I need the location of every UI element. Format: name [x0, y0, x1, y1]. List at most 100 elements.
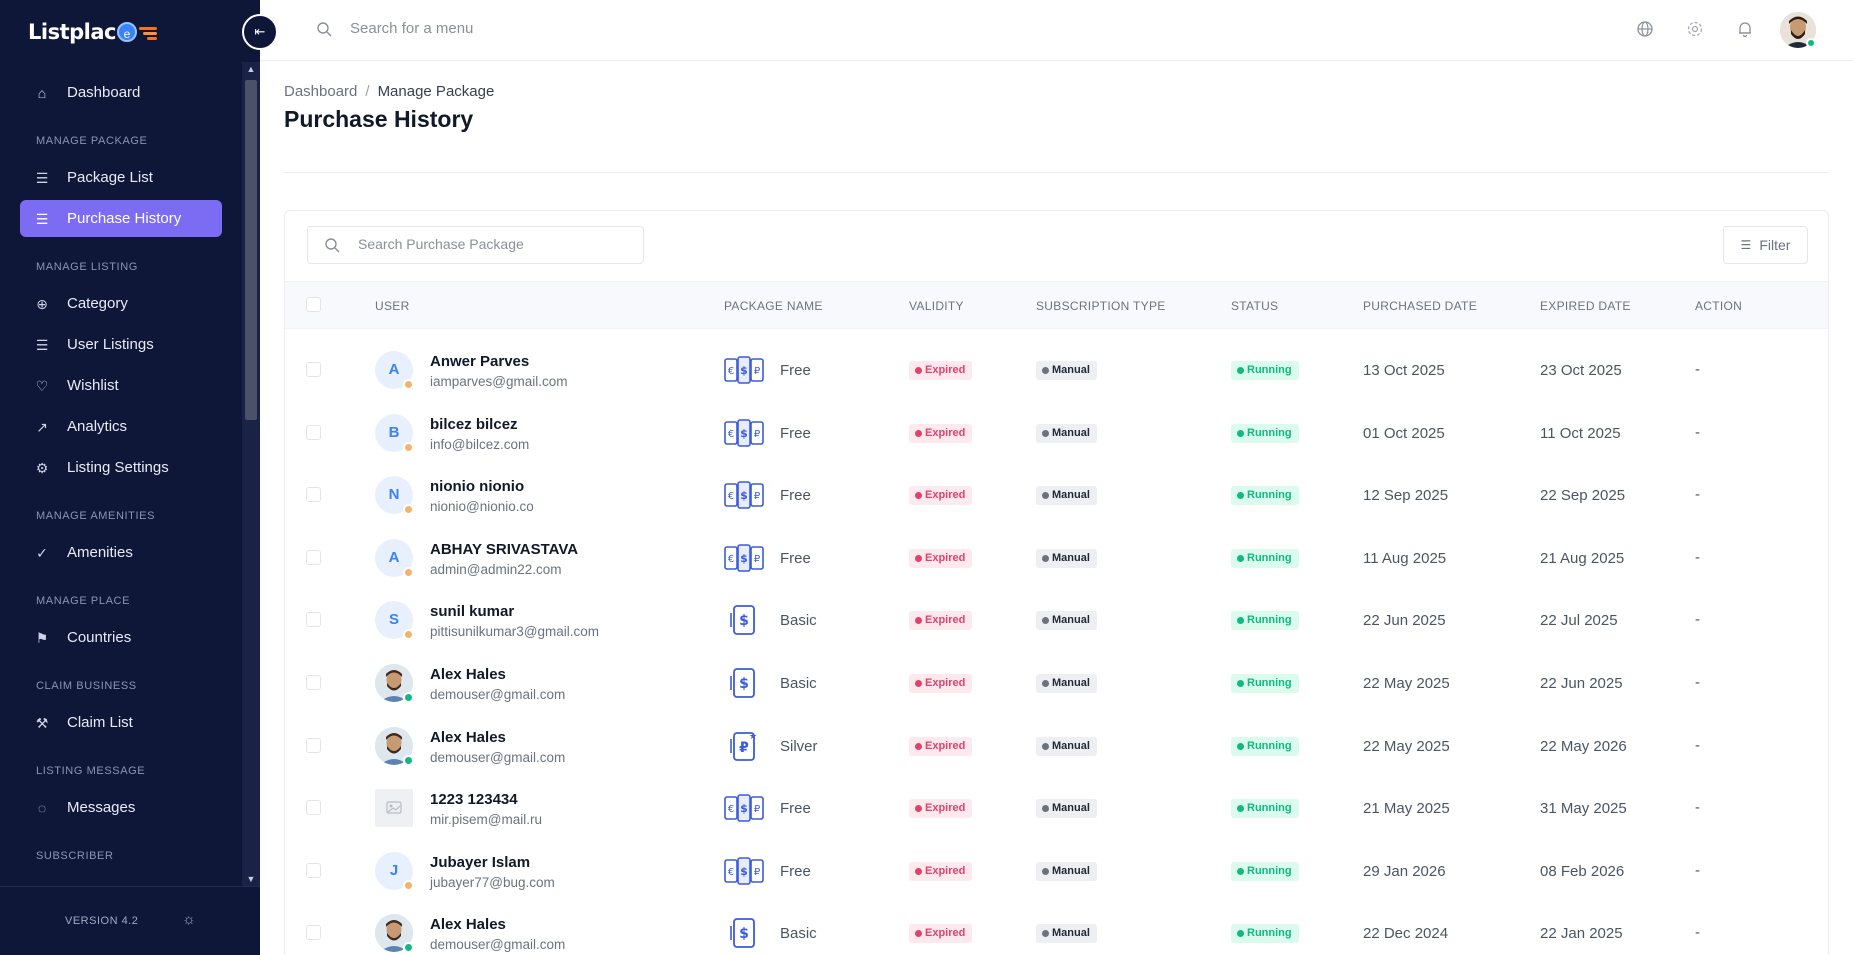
sidebar-item-label: Wishlist	[67, 377, 119, 394]
sidebar-item-category[interactable]: ⊕ Category	[20, 285, 222, 322]
purchased-date: 11 Aug 2025	[1363, 549, 1447, 567]
sidebar-item-analytics[interactable]: ↗ Analytics	[20, 408, 222, 445]
row-checkbox[interactable]	[306, 800, 321, 816]
sidebar-item-label: Package List	[67, 169, 153, 186]
expired-date: 22 Jun 2025	[1540, 675, 1623, 692]
svg-text:$: $	[740, 427, 748, 440]
col-validity[interactable]: VALIDITY	[909, 299, 964, 313]
sidebar-item-dashboard[interactable]: ⌂ Dashboard	[20, 74, 222, 111]
purchased-date: 29 Jan 2026	[1363, 862, 1446, 880]
status-badge: Running	[1231, 486, 1299, 506]
list-icon: ☰	[35, 210, 49, 227]
user-name: nionio nionio	[430, 478, 525, 496]
table-row[interactable]: J Jubayer Islam jubayer77@bug.com € $ ₽ Free Ex…	[285, 840, 1828, 902]
row-checkbox[interactable]	[306, 549, 321, 565]
col-user[interactable]: USER	[375, 299, 410, 313]
status-badge: Running	[1231, 861, 1299, 881]
expired-date: 22 Jul 2025	[1540, 612, 1618, 630]
theme-toggle-sun-icon[interactable]: ☼	[182, 911, 196, 928]
image-placeholder-icon	[375, 789, 413, 828]
globe-icon[interactable]	[1636, 20, 1654, 38]
row-checkbox[interactable]	[306, 487, 321, 503]
package-search-input[interactable]	[358, 236, 628, 252]
purchased-date: 22 Dec 2024	[1363, 925, 1449, 943]
list-icon: ☰	[35, 336, 49, 353]
sidebar-item-label: Listing Settings	[67, 459, 169, 476]
user-status-dot	[403, 692, 414, 703]
sidebar-item-countries[interactable]: ⚑ Countries	[20, 619, 222, 656]
package-name: Basic	[780, 612, 817, 630]
package-name: Free	[780, 487, 811, 505]
table-row[interactable]: Bbilcez bilcez info@bilcez.com € $ ₽ Free Expi…	[285, 402, 1828, 464]
purchased-date: 22 Jun 2025	[1363, 612, 1446, 630]
purchased-date: 22 May 2025	[1363, 675, 1450, 692]
subscription-badge: Manual	[1036, 423, 1097, 443]
table-row[interactable]: A ABHAY SRIVASTAVA admin@admin22.com € $ ₽ Fre…	[285, 527, 1828, 589]
row-checkbox[interactable]	[306, 362, 321, 377]
filter-button[interactable]: ☰ Filter	[1723, 226, 1808, 264]
user-email: nionio@nionio.co	[430, 499, 534, 515]
col-purchased-date[interactable]: PURCHASED DATE	[1363, 299, 1477, 313]
logo-badge: e	[116, 22, 137, 42]
table-row[interactable]: 1223 123434 mir.pisem@mail.ru € $ ₽ Free Expir…	[285, 777, 1828, 839]
row-action: -	[1695, 924, 1700, 942]
bell-icon[interactable]	[1736, 20, 1754, 38]
nav-section-label: MANAGE PLACE	[36, 595, 131, 607]
purchased-date: 01 Oct 2025	[1363, 424, 1445, 442]
sidebar-item-amenities[interactable]: ✓ Amenities	[20, 534, 222, 571]
validity-badge: Expired	[909, 611, 973, 631]
expired-date: 31 May 2025	[1540, 800, 1627, 818]
sidebar-collapse-button[interactable]: ⇤	[242, 14, 278, 50]
row-checkbox[interactable]	[306, 424, 321, 440]
user-email: iamparves@gmail.com	[430, 374, 568, 389]
list-icon: ☰	[35, 169, 49, 186]
scroll-up-icon[interactable]: ▲	[246, 64, 256, 74]
sidebar-item-user-listings[interactable]: ☰ User Listings	[20, 326, 222, 363]
col-status[interactable]: STATUS	[1231, 299, 1278, 313]
package-name: Free	[780, 862, 811, 880]
sidebar-item-claim-list[interactable]: ⚒ Claim List	[20, 704, 222, 741]
table-row[interactable]: Alex Hales demouser@gmail.com $ Basic Expire…	[285, 902, 1828, 955]
nav-section-label: MANAGE PACKAGE	[36, 135, 148, 147]
table-row[interactable]: Ssunil kumar pittisunilkumar3@gmail.com $ B…	[285, 589, 1828, 651]
table-row[interactable]: A Anwer Parves iamparves@gmail.com € $ ₽ Free E…	[285, 339, 1828, 401]
scroll-thumb[interactable]	[245, 80, 257, 420]
sidebar-item-messages[interactable]: ◌ Messages	[20, 789, 222, 826]
col-expired-date[interactable]: EXPIRED DATE	[1540, 299, 1631, 313]
table-row[interactable]: Alex Hales demouser@gmail.com ₽ ★ Silver Expi…	[285, 715, 1828, 777]
col-subscription-type[interactable]: SUBSCRIPTION TYPE	[1036, 299, 1166, 313]
row-action: -	[1695, 611, 1700, 629]
col-package-name[interactable]: PACKAGE NAME	[724, 299, 823, 313]
brand-logo[interactable]: Listplac e	[28, 18, 161, 46]
status-badge: Running	[1231, 674, 1299, 693]
gear-icon: ⚙	[35, 459, 49, 476]
sidebar-item-package-list[interactable]: ☰ Package List	[20, 159, 222, 196]
gear-icon[interactable]	[1686, 20, 1704, 38]
svg-text:★: ★	[749, 732, 757, 742]
hammer-icon: ⚒	[35, 714, 49, 731]
scroll-down-icon[interactable]: ▼	[246, 874, 256, 884]
row-checkbox[interactable]	[306, 862, 321, 878]
home-icon: ⌂	[37, 84, 47, 101]
row-checkbox[interactable]	[306, 675, 321, 690]
sidebar-scrollbar[interactable]: ▲ ▼	[242, 62, 260, 886]
row-checkbox[interactable]	[306, 612, 321, 628]
menu-search-input[interactable]: Search for a menu	[350, 20, 473, 37]
user-name: Alex Hales	[430, 666, 506, 683]
sidebar-item-purchase-history[interactable]: ☰ Purchase History	[20, 200, 222, 237]
row-checkbox[interactable]	[306, 737, 321, 753]
validity-badge: Expired	[909, 799, 973, 819]
purchased-date: 21 May 2025	[1363, 800, 1450, 818]
table-row[interactable]: Nnionio nionio nionio@nionio.co € $ ₽ Free Exp…	[285, 464, 1828, 526]
dollar-phone-icon: $	[724, 605, 764, 636]
sidebar-item-label: Countries	[67, 629, 132, 646]
svg-text:₽: ₽	[754, 867, 761, 878]
breadcrumb-home-link[interactable]: Dashboard	[284, 83, 357, 100]
sidebar-item-wishlist[interactable]: ♡ Wishlist	[20, 367, 222, 404]
table-row[interactable]: Alex Hales demouser@gmail.com $ Basic Expire…	[285, 652, 1828, 714]
package-search-box[interactable]	[307, 226, 644, 264]
row-checkbox[interactable]	[306, 925, 321, 941]
select-all-checkbox[interactable]	[306, 297, 321, 312]
sidebar-item-listing-settings[interactable]: ⚙ Listing Settings	[20, 449, 222, 486]
target-icon: ⊕	[36, 295, 48, 312]
